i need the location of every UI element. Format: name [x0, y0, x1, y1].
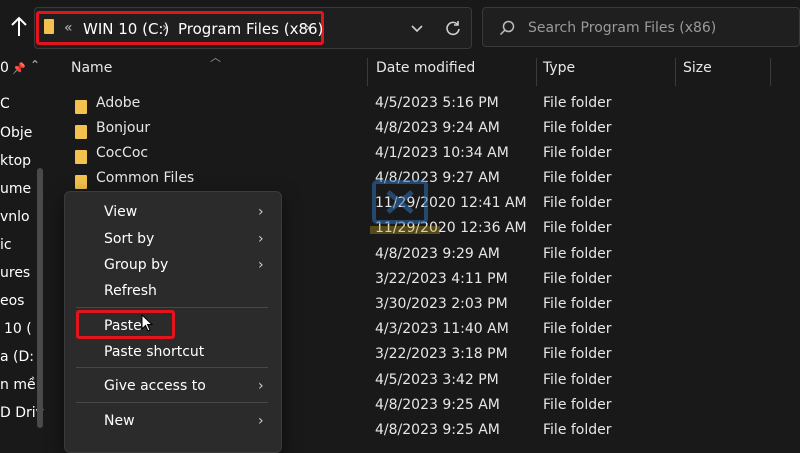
file-name: Adobe	[96, 95, 141, 111]
file-date: 3/22/2023 3:18 PM	[375, 346, 508, 362]
search-icon	[499, 20, 515, 40]
chevron-right-icon: ›	[258, 231, 264, 247]
file-type: File folder	[543, 145, 612, 161]
breadcrumb-drive[interactable]: WIN 10 (C:)	[83, 20, 169, 38]
folder-icon	[75, 150, 87, 164]
chevron-right-icon: ›	[258, 413, 264, 429]
up-arrow-icon[interactable]	[10, 16, 34, 40]
breadcrumb-folder[interactable]: Program Files (x86)	[178, 20, 323, 38]
overflow-chevron-icon[interactable]: «	[64, 20, 73, 36]
column-header-type[interactable]: Type	[543, 60, 575, 76]
chevron-right-icon: ›	[258, 204, 264, 220]
file-type: File folder	[543, 220, 612, 236]
file-date: 4/8/2023 9:29 AM	[375, 246, 500, 262]
menu-separator	[76, 307, 268, 308]
table-row[interactable]: Adobe 4/5/2023 5:16 PM File folder	[0, 95, 800, 120]
folder-icon	[75, 125, 87, 139]
file-type: File folder	[543, 321, 612, 337]
file-type: File folder	[543, 246, 612, 262]
file-name: Bonjour	[96, 120, 151, 136]
file-date: 3/22/2023 4:11 PM	[375, 271, 508, 287]
column-divider[interactable]	[675, 58, 676, 86]
menu-item-paste[interactable]: Paste	[104, 318, 142, 334]
menu-separator	[76, 367, 268, 368]
file-date: 4/5/2023 5:16 PM	[375, 95, 499, 111]
file-date: 4/8/2023 9:25 AM	[375, 397, 500, 413]
menu-item-view[interactable]: View	[104, 204, 137, 220]
chevron-right-icon: ›	[162, 20, 168, 36]
menu-item-group-by[interactable]: Group by	[104, 257, 168, 273]
refresh-icon[interactable]	[444, 19, 462, 41]
column-header-name[interactable]: Name	[71, 60, 112, 76]
nav-item[interactable]: 0	[0, 60, 9, 76]
file-type: File folder	[543, 372, 612, 388]
menu-item-give-access[interactable]: Give access to	[104, 378, 206, 394]
file-date: 4/5/2023 3:42 PM	[375, 372, 499, 388]
menu-item-sort-by[interactable]: Sort by	[104, 231, 154, 247]
folder-icon	[44, 19, 54, 34]
sort-ascending-icon: ︿	[210, 51, 221, 64]
chevron-right-icon[interactable]: ›	[305, 20, 311, 36]
file-type: File folder	[543, 397, 612, 413]
chevron-right-icon: ›	[258, 378, 264, 394]
file-type: File folder	[543, 271, 612, 287]
menu-item-new[interactable]: New	[104, 413, 135, 429]
file-date: 3/30/2023 2:03 PM	[375, 296, 508, 312]
file-type: File folder	[543, 296, 612, 312]
file-date: 4/1/2023 10:34 AM	[375, 145, 509, 161]
menu-separator	[76, 402, 268, 403]
column-divider[interactable]	[770, 58, 771, 86]
column-header-date[interactable]: Date modified	[376, 60, 475, 76]
file-type: File folder	[543, 95, 612, 111]
file-date: 4/3/2023 11:40 AM	[375, 321, 509, 337]
chevron-down-icon[interactable]	[410, 22, 424, 38]
column-divider[interactable]	[367, 58, 368, 86]
file-type: File folder	[543, 346, 612, 362]
file-type: File folder	[543, 422, 612, 438]
file-date: 4/8/2023 9:25 AM	[375, 422, 500, 438]
chevron-up-icon[interactable]: ⌃	[30, 58, 40, 72]
column-divider[interactable]	[536, 58, 537, 86]
chevron-right-icon: ›	[258, 257, 264, 273]
watermark-logo	[364, 180, 444, 238]
mouse-cursor-icon	[141, 313, 154, 332]
file-type: File folder	[543, 195, 612, 211]
menu-item-paste-shortcut[interactable]: Paste shortcut	[104, 344, 204, 360]
file-type: File folder	[543, 120, 612, 136]
file-name: CocCoc	[96, 145, 149, 161]
column-header-size[interactable]: Size	[683, 60, 712, 76]
file-name: Common Files	[96, 170, 195, 186]
table-row[interactable]: CocCoc 4/1/2023 10:34 AM File folder	[0, 145, 800, 170]
folder-icon	[75, 100, 87, 114]
file-date: 4/8/2023 9:24 AM	[375, 120, 500, 136]
search-input[interactable]: Search Program Files (x86)	[528, 20, 716, 36]
table-row[interactable]: Bonjour 4/8/2023 9:24 AM File folder	[0, 120, 800, 145]
menu-item-refresh[interactable]: Refresh	[104, 283, 157, 299]
pin-icon: 📌	[12, 62, 26, 75]
file-type: File folder	[543, 170, 612, 186]
folder-icon	[75, 175, 87, 189]
